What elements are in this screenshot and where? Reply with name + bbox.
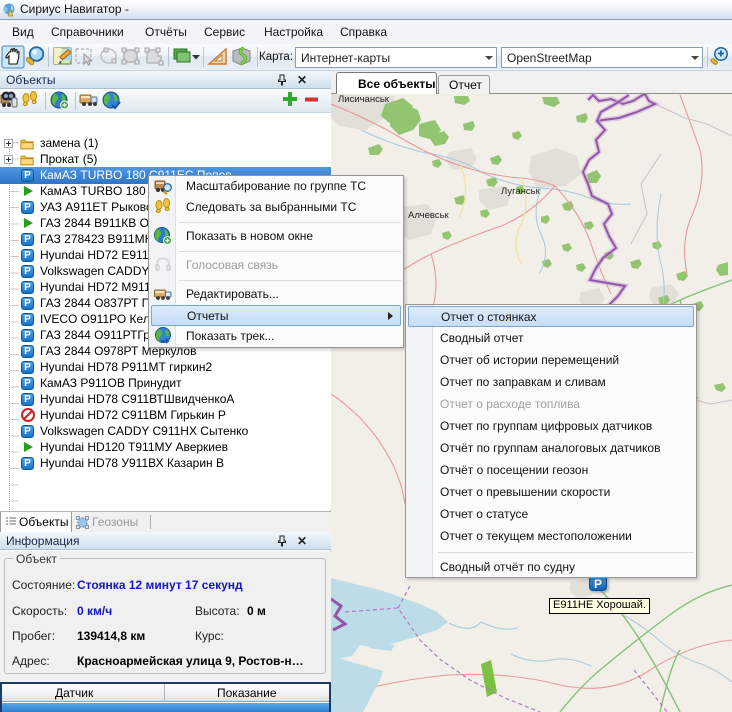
svg-text:Луганськ: Луганськ bbox=[501, 186, 541, 197]
svg-text:Алчевськ: Алчевськ bbox=[408, 210, 450, 221]
svg-text:Лисичанськ: Лисичанськ bbox=[338, 94, 390, 105]
